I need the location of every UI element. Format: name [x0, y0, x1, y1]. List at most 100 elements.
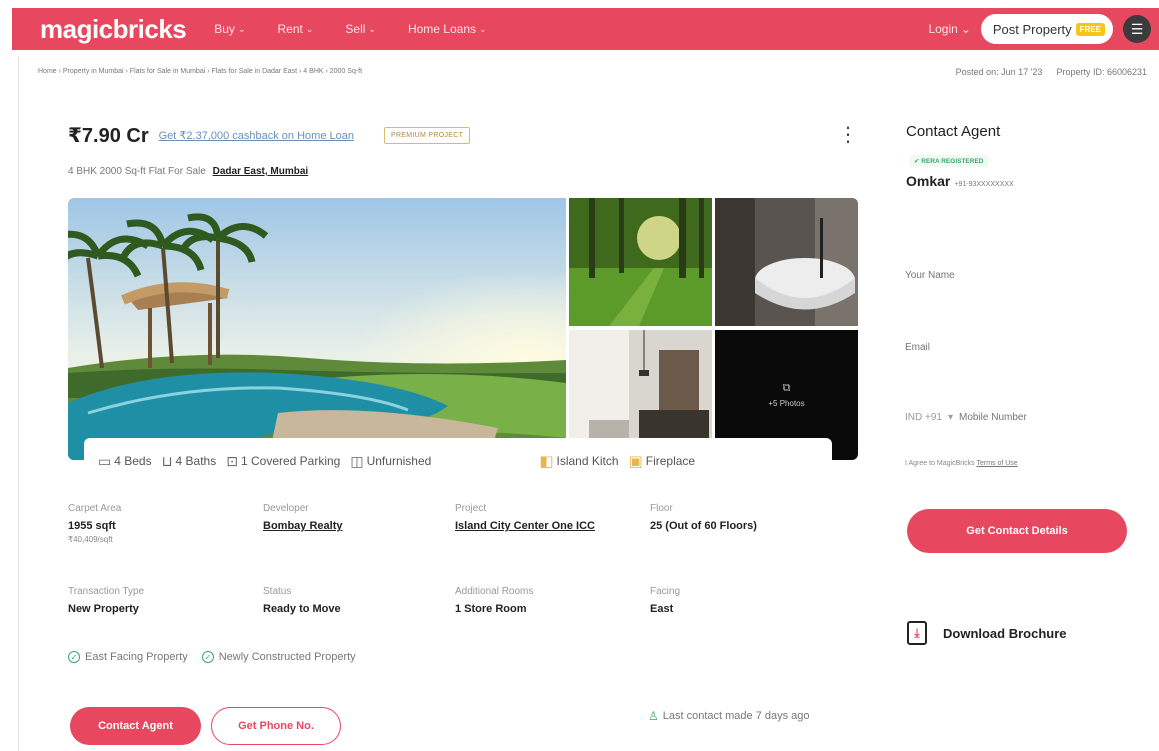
tag-newly-constructed: ✓ Newly Constructed Property: [201, 651, 356, 663]
car-icon: ⊡: [226, 452, 238, 469]
baths-info: ⊔ 4 Baths: [162, 453, 217, 470]
price-row: ₹7.90 Cr Get ₹2.37,000 cashback on Home …: [68, 123, 471, 148]
detail-value: Ready to Move: [263, 603, 341, 615]
detail-label: Transaction Type: [68, 586, 145, 597]
beds-info: ▭ 4 Beds: [98, 453, 152, 470]
tag-label: East Facing Property: [85, 651, 188, 663]
download-brochure[interactable]: ⤓ Download Brochure: [907, 621, 1067, 645]
detail-project: Project Island City Center One ICC: [455, 503, 635, 532]
nav-home-loans-label: Home Loans: [407, 22, 476, 36]
premium-project-badge: PREMIUM PROJECT: [383, 127, 471, 144]
last-contact-label: Last contact made 7 days ago: [662, 710, 810, 722]
detail-label: Developer: [263, 503, 309, 514]
country-code-select[interactable]: IND +91: [905, 412, 942, 423]
listing-price: ₹7.90 Cr: [68, 125, 149, 147]
check-circle-icon: ✓: [201, 651, 214, 663]
contact-agent-title: Contact Agent: [906, 123, 1001, 140]
agent-name: Omkar: [906, 173, 951, 189]
chevron-down-icon: ⌄: [479, 23, 487, 34]
more-options-icon[interactable]: ⋮: [838, 122, 858, 147]
posted-date: Posted on: Jun 17 '23: [955, 67, 1043, 77]
detail-value: 25 (Out of 60 Floors): [650, 520, 757, 532]
rera-badge: ✔ RERA REGISTERED: [910, 155, 988, 167]
tag-east-facing: ✓ East Facing Property: [68, 651, 188, 663]
pdf-download-icon: ⤓: [907, 621, 927, 645]
post-property-button[interactable]: Post Property FREE: [980, 14, 1113, 44]
get-phone-button[interactable]: Get Phone No.: [211, 707, 341, 745]
login-menu[interactable]: Login ⌄: [928, 22, 970, 36]
baths-label: 4 Baths: [175, 454, 217, 468]
bed-icon: ▭: [98, 452, 112, 469]
person-icon: ♙: [648, 709, 659, 723]
agree-text: I Agree to MagicBricks: [905, 460, 975, 467]
contact-agent-button[interactable]: Contact Agent: [70, 707, 201, 745]
caret-down-icon[interactable]: ▾: [948, 412, 953, 423]
parking-label: 1 Covered Parking: [240, 454, 341, 468]
chevron-down-icon: ⌄: [305, 23, 314, 34]
detail-label: Facing: [650, 586, 681, 597]
tag-label: Newly Constructed Property: [218, 651, 356, 663]
nav-home-loans[interactable]: Home Loans ⌄: [408, 22, 487, 36]
cashback-link[interactable]: Get ₹2.37,000 cashback on Home Loan: [159, 129, 354, 142]
main-photo[interactable]: [68, 198, 566, 460]
property-id: Property ID: 66006231: [1056, 67, 1147, 77]
property-tags: ✓ East Facing Property ✓ Newly Constructed…: [68, 651, 356, 663]
detail-additional-rooms: Additional Rooms 1 Store Room: [455, 586, 635, 615]
forest-photo-illustration: [569, 198, 712, 326]
mobile-input[interactable]: [959, 412, 1079, 423]
project-link[interactable]: Island City Center One ICC: [455, 520, 635, 532]
get-contact-details-button[interactable]: Get Contact Details: [907, 509, 1127, 553]
detail-label: Floor: [650, 503, 673, 514]
beds-label: 4 Beds: [114, 454, 152, 468]
agent-phone: +91-93XXXXXXXX: [954, 181, 1014, 188]
agent-info: Omkar +91-93XXXXXXXX: [906, 173, 1014, 189]
bathroom-photo-illustration: [715, 198, 858, 326]
furnishing-info: ◫ Unfurnished: [350, 453, 431, 470]
detail-value: 1 Store Room: [455, 603, 527, 615]
developer-link[interactable]: Bombay Realty: [263, 520, 443, 532]
fireplace-info: ▣ Fireplace: [629, 452, 696, 470]
terms-of-use-link[interactable]: Terms of Use: [976, 460, 1017, 467]
furnishing-label: Unfurnished: [366, 454, 432, 468]
bathtub-icon: ⊔: [161, 452, 173, 469]
detail-subvalue: ₹40,409/sqft: [68, 535, 113, 544]
nav-rent[interactable]: Rent ⌄: [277, 22, 313, 36]
fireplace-icon: ▣: [628, 453, 643, 470]
detail-transaction-type: Transaction Type New Property: [68, 586, 248, 615]
listing-location-link[interactable]: Dadar East, Mumbai: [213, 166, 309, 177]
nav-sell[interactable]: Sell ⌄: [345, 22, 376, 36]
last-contact-info: ♙ Last contact made 7 days ago: [648, 709, 810, 723]
nav-buy-label: Buy: [214, 22, 235, 36]
detail-label: Status: [263, 586, 292, 597]
header-actions: Login ⌄ Post Property FREE ☰: [928, 14, 1151, 44]
nav-buy[interactable]: Buy ⌄: [214, 22, 245, 36]
free-badge: FREE: [1075, 22, 1105, 36]
page-left-border: [18, 56, 19, 751]
posted-info: Posted on: Jun 17 '23 Property ID: 66006…: [956, 67, 1147, 77]
login-label: Login: [928, 22, 958, 36]
listing-subtitle: 4 BHK 2000 Sq-ft Flat For Sale Dadar Eas…: [68, 166, 308, 177]
detail-value: East: [650, 603, 674, 615]
thumbnail-bathroom[interactable]: [715, 198, 858, 326]
nav-sell-label: Sell: [345, 22, 366, 36]
thumbnail-forest[interactable]: [569, 198, 712, 326]
detail-carpet-area: Carpet Area 1955 sqft ₹40,409/sqft: [68, 503, 248, 544]
island-kitchen-icon: ◧: [539, 453, 554, 470]
detail-label: Carpet Area: [68, 503, 122, 514]
brand-logo[interactable]: magicbricks: [40, 14, 187, 45]
detail-label: Project: [455, 503, 487, 514]
chevron-down-icon: ⌄: [237, 23, 246, 34]
mobile-row: IND +91 ▾: [905, 412, 1079, 423]
hamburger-menu-icon[interactable]: ☰: [1123, 15, 1151, 43]
nav-rent-label: Rent: [277, 22, 303, 36]
island-kitchen-label: Island Kitch: [556, 454, 619, 468]
detail-developer: Developer Bombay Realty: [263, 503, 443, 532]
detail-floor: Floor 25 (Out of 60 Floors): [650, 503, 830, 532]
main-nav: Buy ⌄ Rent ⌄ Sell ⌄ Home Loans ⌄: [214, 22, 518, 36]
top-navbar: magicbricks Buy ⌄ Rent ⌄ Sell ⌄ Home Loans ⌄…: [12, 8, 1159, 50]
name-input[interactable]: [905, 270, 1125, 281]
email-input[interactable]: [905, 342, 1125, 353]
breadcrumb[interactable]: Home › Property in Mumbai › Flats for Sa…: [38, 68, 362, 75]
detail-value: 1955 sqft: [68, 520, 116, 532]
island-kitchen-info: ◧ Island Kitch: [539, 452, 618, 470]
